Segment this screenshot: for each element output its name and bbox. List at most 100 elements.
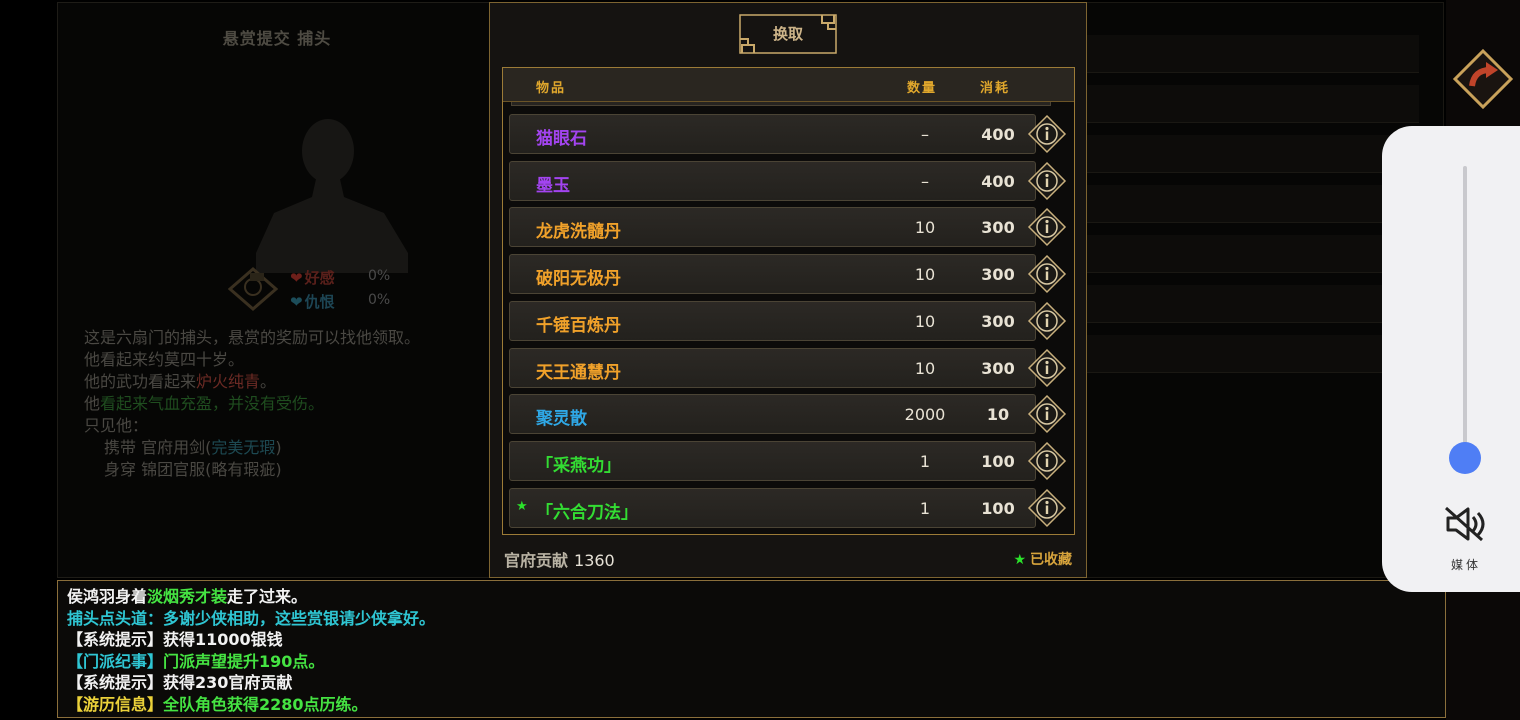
item-name: 「采燕功」 [536, 455, 621, 476]
item-quantity: – [921, 171, 929, 191]
log-text: 走了过来。 [227, 587, 308, 606]
item-cost: 300 [981, 311, 1015, 331]
desc-line: 他的武功看起来炉火纯青。 [84, 371, 504, 393]
log-line: 捕头点头道：多谢少侠相助，这些赏银请少侠拿好。 [67, 608, 436, 628]
background-slot [1087, 135, 1419, 173]
star-icon: ★ [516, 498, 528, 514]
log-line: 【系统提示】获得230官府贡献 [67, 672, 435, 694]
martial-level-text: 炉火纯青 [196, 372, 261, 391]
log-text: 门派声望提升190点。 [163, 651, 325, 671]
background-slot [1087, 335, 1419, 373]
info-icon[interactable] [1027, 394, 1067, 434]
column-header-qty: 数量 [907, 81, 938, 96]
item-name: 天王通慧丹 [536, 362, 621, 383]
background-slot [1087, 35, 1419, 73]
column-header-cost: 消耗 [980, 81, 1011, 96]
log-line: 【门派纪事】门派声望提升190点。 [67, 651, 435, 673]
item-quality-text: 完美无瑕 [211, 438, 276, 457]
exchange-item-row[interactable]: 天王通慧丹 10 300 [509, 347, 1067, 388]
info-icon[interactable] [1027, 207, 1067, 247]
info-icon[interactable] [1027, 441, 1067, 481]
background-slot [1087, 185, 1419, 223]
exchange-item-row[interactable]: 千锤百炼丹 10 300 [509, 300, 1067, 341]
volume-slider-track[interactable] [1463, 166, 1467, 466]
item-name: 破阳无极丹 [536, 269, 621, 290]
volume-label: 媒体 [1450, 558, 1481, 572]
log-tag: 【系统提示】 [67, 630, 164, 649]
item-quantity: – [921, 125, 929, 144]
log-tag: 【游历信息】 [67, 694, 164, 714]
desc-text: 携带 官府用剑( [104, 438, 212, 457]
info-icon[interactable] [1027, 301, 1067, 341]
red-heart-icon: ❤ [290, 269, 303, 287]
npc-info-panel: 悬赏提交 捕头 ❤ 好感 0% ❤ 仇恨 0% 这是六扇门的捕头，悬赏的奖励可以找他… [57, 2, 497, 578]
hatred-label: 仇恨 [304, 293, 335, 311]
log-tag: 【门派纪事】 [67, 651, 164, 671]
contribution-value: 1360 [574, 551, 615, 570]
item-cost: 10 [986, 405, 1010, 425]
exchange-item-row[interactable]: 墨玉 – 400 [509, 160, 1067, 201]
desc-text: 。 [260, 372, 277, 391]
exchange-item-row[interactable]: ★ 「六合刀法」 1 100 [509, 487, 1067, 528]
item-quantity: 10 [914, 358, 936, 378]
info-icon[interactable] [1027, 161, 1067, 201]
item-name: 猫眼石 [536, 129, 587, 149]
item-name: 聚灵散 [536, 409, 587, 430]
affection-value: 0% [368, 268, 391, 284]
item-cost: 100 [981, 498, 1015, 518]
speaker-muted-icon[interactable] [1442, 504, 1488, 544]
info-icon[interactable] [1027, 114, 1067, 154]
message-log[interactable]: 侯鸿羽身着淡烟秀才装走了过来。 捕头点头道：多谢少侠相助，这些赏银请少侠拿好。 … [57, 580, 1446, 718]
desc-line: 身穿 锦团官服(略有瑕疵) [104, 460, 282, 479]
info-icon[interactable] [1027, 348, 1067, 388]
favorites-filter-button[interactable]: ★ 已收藏 [1013, 549, 1072, 569]
exchange-item-row[interactable]: 聚灵散 2000 10 [509, 394, 1067, 435]
item-quantity: 10 [914, 218, 936, 238]
relationship-medal-icon [228, 267, 278, 311]
npc-title: 悬赏提交 捕头 [222, 29, 332, 48]
desc-text: ) [275, 438, 282, 457]
desc-line: 他看起来约莫四十岁。 [84, 350, 245, 369]
log-text: 获得11000银钱 [163, 630, 283, 649]
media-volume-overlay: 媒体 [1382, 126, 1520, 592]
contribution-label: 官府贡献 [504, 551, 569, 570]
item-name: 千锤百炼丹 [536, 315, 621, 336]
item-quantity: 1 [919, 451, 931, 471]
hatred-value: 0% [368, 292, 391, 308]
exchange-item-row[interactable]: 破阳无极丹 10 300 [509, 254, 1067, 295]
exchange-item-row[interactable]: 龙虎洗髓丹 10 300 [509, 207, 1067, 248]
npc-silhouette-portrait [256, 119, 408, 273]
desc-line: 只见他： [84, 416, 149, 435]
desc-line: 这是六扇门的捕头，悬赏的奖励可以找他领取。 [84, 328, 421, 347]
exchange-item-row[interactable]: 猫眼石 – 400 [509, 114, 1067, 154]
desc-line: 携带 官府用剑(完美无瑕) [84, 437, 504, 459]
log-highlight: 淡烟秀才装 [147, 587, 228, 606]
desc-line: 他看起来气血充盈，并没有受伤。 [84, 393, 504, 415]
item-cost: 300 [981, 265, 1015, 285]
desc-text: 他 [84, 394, 101, 413]
star-icon: ★ [1013, 552, 1026, 568]
scrolled-row-edge [511, 102, 1051, 106]
log-tag: 【系统提示】 [67, 673, 164, 692]
item-quantity: 10 [914, 265, 936, 285]
info-icon[interactable] [1027, 488, 1067, 528]
npc-description: 这是六扇门的捕头，悬赏的奖励可以找他领取。 他看起来约莫四十岁。 他的武功看起来… [84, 327, 504, 481]
info-icon[interactable] [1027, 254, 1067, 294]
list-header: 物品 数量 消耗 [503, 68, 1074, 102]
affection-row: ❤ 好感 0% [290, 267, 390, 288]
exchange-item-list[interactable]: 物品 数量 消耗 猫眼石 – 400 墨玉 – 400 龙虎洗髓丹 10 300 破阳无极丹 10 3… [502, 67, 1075, 535]
item-cost: 300 [981, 358, 1015, 378]
favorites-label: 已收藏 [1030, 552, 1072, 568]
item-quantity: 2000 [904, 405, 946, 425]
item-quantity: 10 [914, 311, 936, 331]
refresh-icon[interactable] [1452, 48, 1514, 110]
log-text: 全队角色获得2280点历练。 [163, 694, 368, 714]
item-name: 龙虎洗髓丹 [536, 222, 621, 243]
volume-slider-knob[interactable] [1449, 442, 1481, 474]
exchange-item-row[interactable]: 「采燕功」 1 100 [509, 440, 1067, 481]
relationship-box: ❤ 好感 0% ❤ 仇恨 0% [228, 263, 418, 315]
background-slot [1087, 85, 1419, 123]
item-cost: 100 [981, 451, 1015, 471]
background-slot [1087, 285, 1419, 323]
item-name: 墨玉 [536, 175, 570, 196]
